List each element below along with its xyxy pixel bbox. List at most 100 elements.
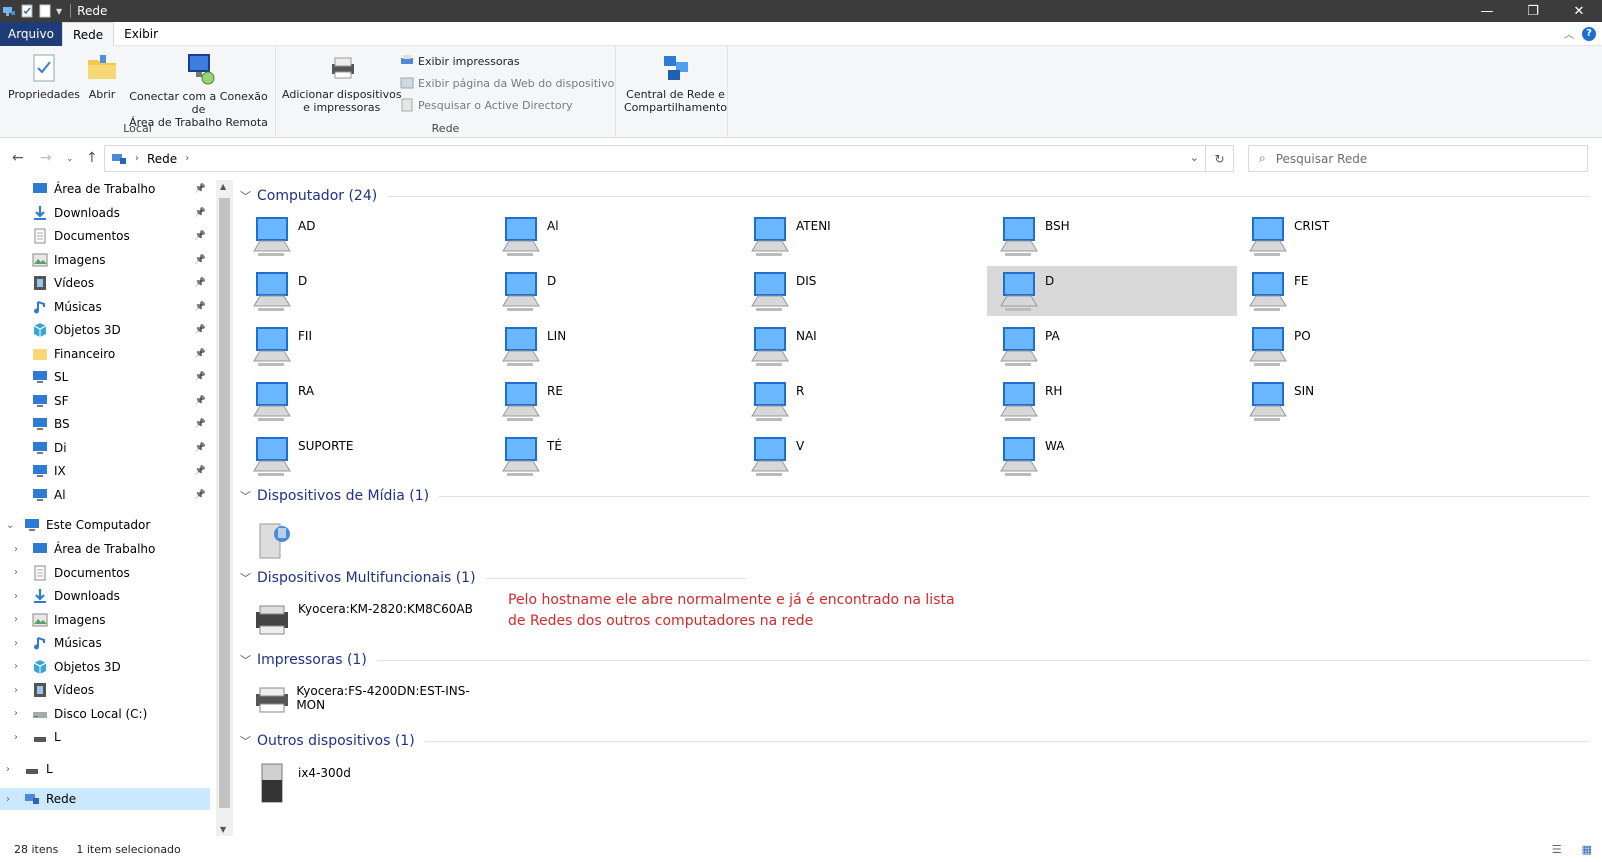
tab-arquivo[interactable]: Arquivo — [0, 21, 62, 46]
quick-access-item[interactable]: IX 📌 — [0, 460, 210, 482]
computer-tile[interactable]: SIN — [1236, 376, 1486, 426]
pin-icon[interactable]: 📌 — [195, 255, 206, 265]
add-devices-button[interactable]: Adicionar dispositivos e impressoras — [282, 52, 402, 114]
pin-icon[interactable]: 📌 — [195, 490, 206, 500]
computer-tile[interactable]: RE — [489, 376, 739, 426]
pin-icon[interactable]: 📌 — [195, 208, 206, 218]
expand-chevron-icon[interactable]: › — [14, 685, 18, 696]
computer-tile[interactable]: R — [738, 376, 988, 426]
nav-network[interactable]: › Rede — [0, 788, 210, 810]
quick-access-item[interactable]: Imagens 📌 — [0, 249, 210, 271]
pin-icon[interactable]: 📌 — [195, 231, 206, 241]
this-pc-item[interactable]: › Objetos 3D — [0, 656, 210, 678]
computer-tile[interactable]: FE — [1236, 266, 1486, 316]
customize-quick-access-icon[interactable]: ▼ — [56, 7, 62, 16]
computer-tile[interactable]: PO — [1236, 321, 1486, 371]
up-button[interactable]: ↑ — [86, 150, 98, 166]
pin-icon[interactable]: 📌 — [195, 396, 206, 406]
recent-locations-icon[interactable]: ⌄ — [66, 154, 74, 164]
show-printers-button[interactable]: Exibir impressoras — [400, 54, 520, 68]
group-header-computers[interactable]: ﹀ Computador (24) — [240, 188, 1590, 204]
forward-button[interactable]: → — [40, 150, 52, 166]
computer-tile[interactable]: NAI — [738, 321, 988, 371]
back-button[interactable]: ← — [12, 150, 24, 166]
quick-access-item[interactable]: Músicas 📌 — [0, 296, 210, 318]
expand-chevron-icon[interactable]: › — [14, 567, 18, 578]
this-pc-item[interactable]: › Downloads — [0, 585, 210, 607]
computer-tile[interactable]: D — [987, 266, 1237, 316]
group-header-media[interactable]: ﹀ Dispositivos de Mídia (1) — [240, 488, 1590, 504]
group-header-multifunction[interactable]: ﹀ Dispositivos Multifuncionais (1) — [240, 570, 1590, 586]
quick-access-item[interactable]: Al 📌 — [0, 484, 210, 506]
computer-tile[interactable]: D — [240, 266, 490, 316]
scroll-up-icon[interactable]: ▲ — [220, 182, 226, 191]
expand-chevron-icon[interactable]: › — [14, 614, 18, 625]
search-ad-button[interactable]: Pesquisar o Active Directory — [400, 98, 573, 112]
other-device-tile[interactable]: ix4-300d — [240, 758, 490, 808]
open-button[interactable]: Abrir — [86, 52, 118, 101]
quick-access-item[interactable]: Financeiro 📌 — [0, 343, 210, 365]
computer-tile[interactable]: WA — [987, 431, 1237, 481]
media-device-tile[interactable] — [240, 514, 490, 568]
collapse-ribbon-icon[interactable]: ︿ — [1564, 26, 1574, 41]
quick-access-item[interactable]: Downloads 📌 — [0, 202, 210, 224]
computer-tile[interactable]: CRIST — [1236, 211, 1486, 261]
nav-scrollbar[interactable]: ▲ ▼ — [216, 180, 233, 836]
new-folder-quick-icon[interactable] — [38, 4, 52, 18]
quick-access-item[interactable]: Objetos 3D 📌 — [0, 319, 210, 341]
expand-chevron-icon[interactable]: › — [14, 544, 18, 555]
pin-icon[interactable]: 📌 — [195, 325, 206, 335]
properties-quick-icon[interactable] — [20, 4, 34, 18]
expand-chevron-icon[interactable]: › — [14, 708, 18, 719]
this-pc-item[interactable]: › L — [0, 726, 210, 748]
expand-chevron-icon[interactable]: › — [6, 764, 10, 775]
close-button[interactable]: ✕ — [1556, 0, 1602, 22]
tiles-view-icon[interactable]: ▦ — [1582, 843, 1592, 856]
pin-icon[interactable]: 📌 — [195, 466, 206, 476]
details-view-icon[interactable]: ☰ — [1552, 843, 1562, 856]
group-header-other-devices[interactable]: ﹀ Outros dispositivos (1) — [240, 733, 1590, 749]
computer-tile[interactable]: RH — [987, 376, 1237, 426]
computer-tile[interactable]: BSH — [987, 211, 1237, 261]
printer-device-tile[interactable]: Kyocera:FS-4200DN:EST-INS-MON — [240, 676, 490, 726]
search-box[interactable]: ⌕ Pesquisar Rede — [1248, 145, 1588, 172]
computer-tile[interactable]: Al — [489, 211, 739, 261]
pin-icon[interactable]: 📌 — [195, 419, 206, 429]
computer-tile[interactable]: LIN — [489, 321, 739, 371]
quick-access-item[interactable]: Documentos 📌 — [0, 225, 210, 247]
computer-tile[interactable]: PA — [987, 321, 1237, 371]
restore-button[interactable]: ❐ — [1510, 0, 1556, 22]
quick-access-item[interactable]: Área de Trabalho 📌 — [0, 180, 210, 200]
quick-access-item[interactable]: BS 📌 — [0, 413, 210, 435]
minimize-button[interactable]: — — [1464, 0, 1510, 22]
address-dropdown-icon[interactable]: ⌄ — [1190, 151, 1199, 164]
expand-chevron-icon[interactable]: › — [14, 732, 18, 743]
refresh-button[interactable]: ↻ — [1206, 145, 1234, 172]
expand-chevron-icon[interactable]: › — [14, 591, 18, 602]
breadcrumb-chevron-icon[interactable]: › — [185, 153, 189, 164]
tab-exibir[interactable]: Exibir — [114, 22, 168, 46]
pin-icon[interactable]: 📌 — [195, 302, 206, 312]
scroll-down-icon[interactable]: ▼ — [220, 825, 226, 834]
pin-icon[interactable]: 📌 — [195, 349, 206, 359]
properties-button[interactable]: Propriedades — [8, 52, 80, 101]
mfp-device-tile[interactable]: Kyocera:KM-2820:KM8C60AB — [240, 594, 490, 644]
this-pc-item[interactable]: › Área de Trabalho — [0, 538, 210, 560]
computer-tile[interactable]: DIS — [738, 266, 988, 316]
this-pc-item[interactable]: › Disco Local (C:) — [0, 703, 210, 725]
group-header-printers[interactable]: ﹀ Impressoras (1) — [240, 652, 1590, 668]
pin-icon[interactable]: 📌 — [195, 443, 206, 453]
expand-chevron-icon[interactable]: › — [14, 638, 18, 649]
computer-tile[interactable]: FII — [240, 321, 490, 371]
this-pc-item[interactable]: › Imagens — [0, 609, 210, 631]
remote-desktop-button[interactable]: Conectar com a Conexão de Área de Trabal… — [122, 52, 275, 129]
address-bar[interactable]: › Rede › ⌄ — [104, 145, 1206, 172]
this-pc-item[interactable]: › Músicas — [0, 632, 210, 654]
computer-tile[interactable]: RA — [240, 376, 490, 426]
network-center-button[interactable]: Central de Rede e Compartilhamento — [624, 52, 727, 114]
pin-icon[interactable]: 📌 — [195, 372, 206, 382]
show-webpage-button[interactable]: Exibir página da Web do dispositivo — [400, 76, 614, 90]
computer-tile[interactable]: D — [489, 266, 739, 316]
computer-tile[interactable]: SUPORTE — [240, 431, 490, 481]
expand-chevron-icon[interactable]: ⌄ — [6, 520, 14, 531]
